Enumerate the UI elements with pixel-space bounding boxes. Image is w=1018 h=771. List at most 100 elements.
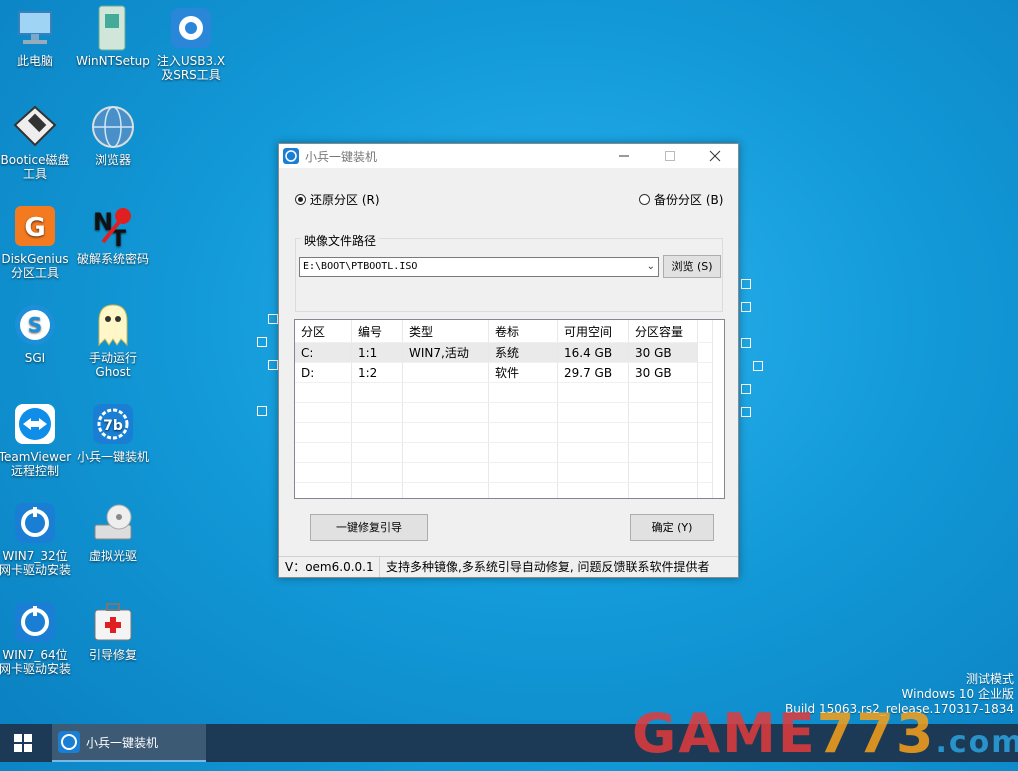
- table-row[interactable]: C: 1:1 WIN7,活动 系统 16.4 GB 30 GB: [295, 342, 713, 363]
- column-header[interactable]: 分区: [295, 320, 352, 343]
- browse-button-label: 浏览 (S): [671, 260, 713, 273]
- desktop-icon-virtual-drive[interactable]: 虚拟光驱: [75, 499, 151, 563]
- desktop-icon-password-crack[interactable]: NT 破解系统密码: [75, 202, 151, 266]
- usb-gear-icon: [167, 4, 215, 52]
- desktop-icon-xiaobing[interactable]: 7b 小兵一键装机: [75, 400, 151, 464]
- backup-partition-label: 备份分区 (B): [654, 193, 724, 207]
- deco-square: [741, 384, 751, 394]
- column-header[interactable]: 编号: [351, 320, 403, 343]
- desktop-icon-label: 引导修复: [88, 648, 137, 662]
- table-cell: 29.7 GB: [557, 362, 629, 383]
- desktop-icon-label: Bootice磁盘 工具: [0, 153, 70, 181]
- desktop-icon-bootice[interactable]: Bootice磁盘 工具: [0, 103, 73, 181]
- partition-table[interactable]: 分区 编号 类型 卷标 可用空间 分区容量 C: 1:1 WIN7,活动 系统 …: [294, 319, 725, 499]
- desktop-icon-label: 虚拟光驱: [88, 549, 137, 563]
- table-empty-row: [295, 462, 713, 483]
- desktop-icon-label: WinNTSetup: [76, 54, 150, 68]
- first-aid-kit-icon: [89, 598, 137, 646]
- disc-drive-icon: [89, 499, 137, 547]
- window-title: 小兵一键装机: [305, 150, 378, 164]
- deco-square: [741, 338, 751, 348]
- table-cell: WIN7,活动: [402, 342, 489, 363]
- table-cell: 16.4 GB: [557, 342, 629, 363]
- test-mode-label: 测试模式: [965, 672, 1014, 686]
- desktop-icon-win7-64[interactable]: WIN7_64位 网卡驱动安装: [0, 598, 73, 676]
- table-empty-row: [295, 402, 713, 423]
- desktop-icon-label: WIN7_64位 网卡驱动安装: [0, 648, 71, 676]
- chevron-down-icon[interactable]: ⌄: [647, 258, 655, 276]
- globe-icon: [89, 103, 137, 151]
- network-driver-icon: [11, 598, 59, 646]
- backup-partition-radio[interactable]: 备份分区 (B): [639, 191, 723, 208]
- repair-button-label: 一键修复引导: [336, 521, 402, 534]
- column-header[interactable]: 分区容量: [628, 320, 698, 343]
- column-header[interactable]: 可用空间: [557, 320, 629, 343]
- column-header-filler: [697, 320, 713, 343]
- table-cell: 软件: [488, 362, 558, 383]
- restore-partition-radio[interactable]: 还原分区 (R): [295, 191, 380, 208]
- status-bar: V：oem6.0.0.1 支持多种镜像,多系统引导自动修复, 问题反馈联系软件提…: [279, 556, 738, 577]
- restore-partition-label: 还原分区 (R): [310, 193, 380, 207]
- status-message: 支持多种镜像,多系统引导自动修复, 问题反馈联系软件提供者: [386, 560, 710, 574]
- table-cell: [402, 362, 489, 383]
- floppy-disk-icon: [11, 103, 59, 151]
- window-titlebar[interactable]: 小兵一键装机: [279, 144, 738, 168]
- ok-button-label: 确定 (Y): [651, 521, 693, 534]
- desktop-icon-label: 此电脑: [16, 54, 53, 68]
- desktop-icon-label: 小兵一键装机: [76, 450, 149, 464]
- sgi-icon: S: [11, 301, 59, 349]
- xiaobing-window: 小兵一键装机 还原分区 (R) 备份分区 (B) 映像文件路径 E:\BOOT\…: [278, 143, 739, 578]
- table-cell: C:: [295, 342, 352, 363]
- table-empty-row: [295, 382, 713, 403]
- desktop-icon-win7-32[interactable]: WIN7_32位 网卡驱动安装: [0, 499, 73, 577]
- desktop-icon-label: 破解系统密码: [76, 252, 149, 266]
- xiaobing-icon: [58, 731, 80, 753]
- table-row[interactable]: D: 1:2 软件 29.7 GB 30 GB: [295, 362, 713, 383]
- desktop-icon-browser[interactable]: 浏览器: [75, 103, 151, 167]
- desktop-icon-this-pc[interactable]: 此电脑: [0, 4, 73, 68]
- taskbar-item-label: 小兵一键装机: [86, 735, 159, 750]
- table-empty-row: [295, 442, 713, 463]
- table-cell: 1:1: [351, 342, 403, 363]
- deco-square: [268, 360, 278, 370]
- watermark-part2: 773: [816, 702, 936, 765]
- column-header[interactable]: 类型: [402, 320, 489, 343]
- diskgenius-icon: G: [11, 202, 59, 250]
- deco-square: [257, 337, 267, 347]
- maximize-button[interactable]: [647, 144, 693, 168]
- key-icon: NT: [89, 202, 137, 252]
- desktop-icon-label: TeamViewer 远程控制: [0, 450, 72, 478]
- column-header[interactable]: 卷标: [488, 320, 558, 343]
- minimize-button[interactable]: [601, 144, 647, 168]
- maximize-icon: [665, 151, 675, 161]
- winntsetup-icon: [89, 4, 137, 52]
- browse-button[interactable]: 浏览 (S): [663, 255, 721, 278]
- deco-square: [741, 279, 751, 289]
- desktop-icon-diskgenius[interactable]: G DiskGenius 分区工具: [0, 202, 73, 280]
- desktop-icon-boot-repair[interactable]: 引导修复: [75, 598, 151, 662]
- start-button[interactable]: [0, 724, 46, 762]
- deco-square: [753, 361, 763, 371]
- ok-button[interactable]: 确定 (Y): [630, 514, 714, 541]
- desktop-icon-label: DiskGenius 分区工具: [1, 252, 69, 280]
- table-cell: 1:2: [351, 362, 403, 383]
- svg-text:7b: 7b: [103, 418, 123, 434]
- desktop-icon-sgi[interactable]: S SGI: [0, 301, 73, 365]
- ghost-icon: [89, 301, 137, 349]
- table-cell: D:: [295, 362, 352, 383]
- desktop-icon-winntsetup[interactable]: WinNTSetup: [75, 4, 151, 68]
- table-empty-row: [295, 422, 713, 443]
- taskbar-item-xiaobing[interactable]: 小兵一键装机: [52, 724, 206, 762]
- computer-icon: [11, 4, 59, 52]
- desktop-icon-teamviewer[interactable]: TeamViewer 远程控制: [0, 400, 73, 478]
- image-path-combobox[interactable]: E:\BOOT\PTBOOTL.ISO ⌄: [299, 257, 659, 277]
- desktop-icon-usb3-inject[interactable]: 注入USB3.X 及SRS工具: [153, 4, 229, 82]
- desktop-icon-label: WIN7_32位 网卡驱动安装: [0, 549, 71, 577]
- desktop-icon-ghost[interactable]: 手动运行 Ghost: [75, 301, 151, 379]
- deco-square: [741, 302, 751, 312]
- one-click-repair-boot-button[interactable]: 一键修复引导: [310, 514, 428, 541]
- close-button[interactable]: [692, 144, 738, 168]
- table-cell: 30 GB: [628, 342, 698, 363]
- image-path-value: E:\BOOT\PTBOOTL.ISO: [303, 261, 418, 272]
- deco-square: [741, 407, 751, 417]
